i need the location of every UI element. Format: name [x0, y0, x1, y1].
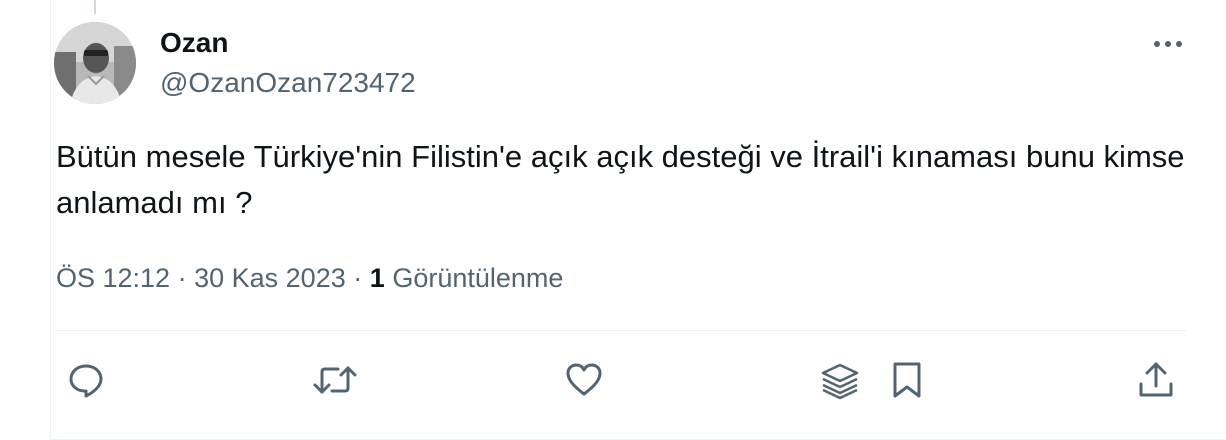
tweet-time[interactable]: ÖS 12:12 — [56, 263, 170, 293]
more-options-button[interactable] — [1150, 30, 1186, 58]
retweet-icon — [313, 366, 357, 394]
author-handle[interactable]: @OzanOzan723472 — [160, 66, 416, 100]
heart-icon — [566, 363, 602, 396]
more-dots-icon — [1154, 41, 1182, 47]
retweet-button[interactable] — [312, 360, 358, 400]
tweet-text: Bütün mesele Türkiye'nin Filistin'e açık… — [56, 139, 1194, 220]
views-label: Görüntülenme — [392, 263, 564, 293]
bookmark-button[interactable] — [887, 360, 927, 400]
layers-icon — [821, 363, 859, 400]
bookmark-icon — [893, 362, 921, 398]
reply-button[interactable] — [66, 360, 106, 400]
author-display-name[interactable]: Ozan — [160, 26, 228, 60]
like-button[interactable] — [564, 360, 604, 400]
action-bar-divider — [56, 330, 1186, 331]
thread-connector-line — [94, 0, 96, 14]
reply-icon — [69, 364, 103, 398]
tweet-date[interactable]: 30 Kas 2023 — [194, 263, 346, 293]
share-icon — [1139, 362, 1173, 397]
share-button[interactable] — [1136, 360, 1176, 400]
grok-button[interactable] — [820, 360, 860, 400]
meta-separator: · — [177, 263, 187, 293]
avatar[interactable] — [54, 22, 136, 104]
tweet-meta: ÖS 12:12 · 30 Kas 2023 · 1 Görüntülenme — [56, 260, 563, 296]
meta-separator: · — [353, 263, 363, 293]
views-count: 1 — [369, 263, 385, 293]
